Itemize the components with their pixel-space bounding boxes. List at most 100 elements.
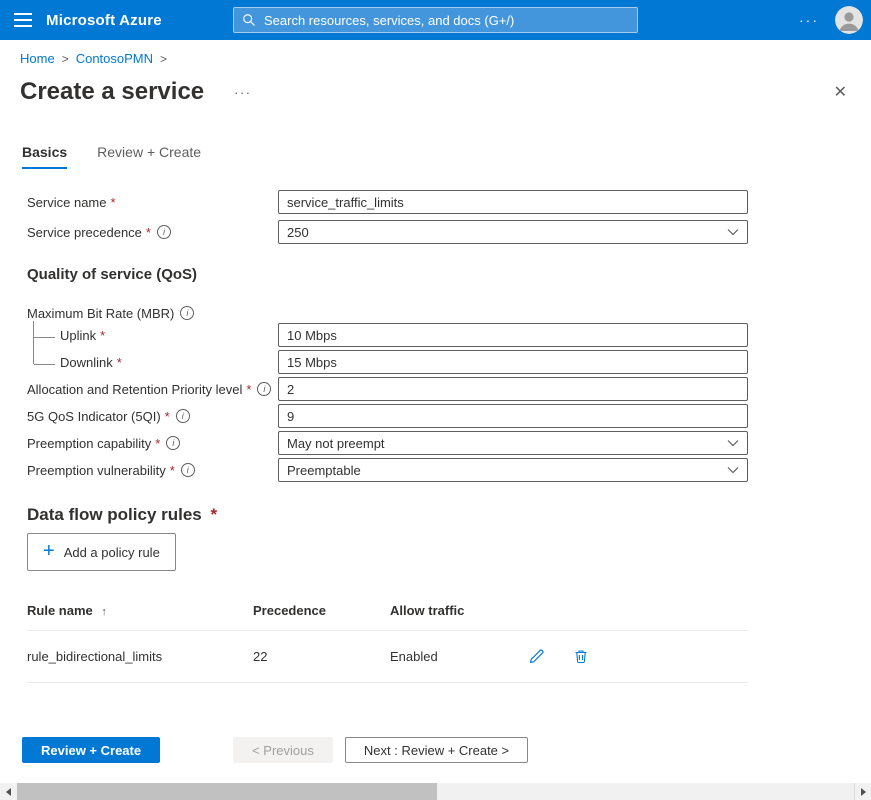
service-name-input[interactable] [278, 190, 748, 214]
basics-form: Service name * Service precedence * i 25… [0, 190, 871, 683]
wizard-footer: Review + Create < Previous Next : Review… [22, 737, 529, 763]
required-marker: * [164, 408, 170, 424]
fiveqi-label: 5G QoS Indicator (5QI) * i [0, 409, 278, 424]
hamburger-menu-button[interactable] [0, 0, 46, 40]
topbar-more-icon[interactable]: ··· [799, 12, 819, 28]
scrollbar-thumb[interactable] [17, 783, 437, 800]
breadcrumb-home-link[interactable]: Home [20, 51, 55, 66]
required-marker: * [100, 327, 106, 343]
mbr-label-row: Maximum Bit Rate (MBR) i [0, 303, 871, 323]
chevron-down-icon [727, 440, 739, 447]
label-text: Downlink [60, 354, 113, 370]
required-marker: * [116, 354, 122, 370]
global-search-input[interactable] [262, 11, 629, 29]
previous-button[interactable]: < Previous [233, 737, 333, 763]
column-header-precedence[interactable]: Precedence [253, 603, 390, 618]
info-icon[interactable]: i [257, 382, 272, 396]
scroll-right-arrow[interactable] [854, 783, 871, 800]
tree-connector-vertical [33, 321, 34, 364]
search-icon [243, 14, 255, 26]
hamburger-icon [14, 13, 32, 27]
right-triangle-icon [860, 787, 866, 796]
fiveqi-input[interactable] [278, 404, 748, 428]
downlink-row: Downlink * [0, 350, 871, 374]
service-precedence-value: 250 [287, 224, 309, 240]
cell-rule-name: rule_bidirectional_limits [27, 649, 163, 664]
column-header-rule-name[interactable]: Rule name ↑ [27, 603, 253, 618]
delete-rule-button[interactable] [572, 648, 590, 666]
uplink-label: Uplink * [0, 328, 278, 343]
page-title: Create a service [20, 78, 205, 105]
left-triangle-icon [6, 787, 11, 796]
tree-connector-horizontal [34, 364, 55, 365]
column-header-allow-traffic[interactable]: Allow traffic [390, 603, 527, 618]
scroll-left-arrow[interactable] [0, 783, 17, 800]
label-text: Service name [27, 194, 107, 210]
pencil-icon [529, 649, 544, 664]
preemption-vulnerability-dropdown[interactable]: Preemptable [278, 458, 748, 482]
next-review-create-button[interactable]: Next : Review + Create > [344, 737, 529, 763]
info-icon[interactable]: i [166, 436, 181, 450]
plus-icon: + [43, 540, 55, 562]
add-policy-rule-label: Add a policy rule [63, 544, 160, 560]
service-precedence-label: Service precedence * i [0, 225, 278, 240]
policy-rules-table: Rule name ↑ Precedence Allow traffic rul… [27, 591, 748, 683]
global-search-box[interactable] [233, 7, 638, 33]
label-text: Service precedence [27, 224, 142, 240]
preemption-capability-value: May not preempt [287, 435, 385, 451]
page-more-icon[interactable]: ··· [234, 85, 252, 100]
breadcrumb: Home > ContosoPMN > [20, 51, 871, 66]
service-name-row: Service name * [0, 190, 871, 214]
required-marker: * [210, 505, 218, 524]
close-icon[interactable]: ✕ [830, 80, 851, 104]
label-text: Preemption vulnerability [27, 462, 166, 478]
person-icon [835, 6, 863, 34]
info-icon[interactable]: i [175, 409, 190, 423]
horizontal-scrollbar[interactable] [0, 783, 871, 800]
azure-brand-title[interactable]: Microsoft Azure [46, 12, 162, 29]
service-name-label: Service name * [0, 195, 278, 210]
label-text: Maximum Bit Rate (MBR) [27, 305, 175, 321]
label-text: 5G QoS Indicator (5QI) [27, 408, 161, 424]
info-icon[interactable]: i [180, 463, 195, 477]
service-precedence-row: Service precedence * i 250 [0, 220, 871, 244]
preemption-vulnerability-row: Preemption vulnerability * i Preemptable [0, 458, 871, 482]
info-icon[interactable]: i [180, 306, 195, 320]
label-text: Allocation and Retention Priority level [27, 381, 243, 397]
azure-top-bar: Microsoft Azure ··· [0, 0, 871, 40]
tab-basics[interactable]: Basics [22, 144, 68, 169]
required-marker: * [145, 224, 151, 240]
account-avatar[interactable] [835, 6, 863, 34]
arp-level-input[interactable] [278, 377, 748, 401]
preemption-capability-row: Preemption capability * i May not preemp… [0, 431, 871, 455]
trash-icon [575, 650, 587, 664]
info-icon[interactable]: i [156, 225, 171, 239]
uplink-input[interactable] [278, 323, 748, 347]
policy-rules-table-header: Rule name ↑ Precedence Allow traffic [27, 591, 748, 631]
breadcrumb-resource-link[interactable]: ContosoPMN [76, 51, 153, 66]
cell-precedence: 22 [253, 649, 268, 664]
service-precedence-dropdown[interactable]: 250 [278, 220, 748, 244]
edit-rule-button[interactable] [527, 648, 545, 666]
arp-label: Allocation and Retention Priority level … [0, 382, 278, 397]
required-marker: * [246, 381, 252, 397]
preemption-vulnerability-value: Preemptable [287, 462, 361, 478]
fiveqi-row: 5G QoS Indicator (5QI) * i [0, 404, 871, 428]
downlink-input[interactable] [278, 350, 748, 374]
qos-section-heading: Quality of service (QoS) [27, 266, 198, 283]
label-text: Preemption capability [27, 435, 152, 451]
breadcrumb-separator: > [61, 52, 69, 66]
arp-row: Allocation and Retention Priority level … [0, 377, 871, 401]
chevron-down-icon [727, 467, 739, 474]
sort-ascending-icon: ↑ [101, 606, 107, 618]
add-policy-rule-button[interactable]: + Add a policy rule [27, 533, 176, 571]
data-flow-policy-rules-heading: Data flow policy rules * [27, 505, 871, 525]
topbar-right-controls: ··· [799, 6, 871, 34]
review-create-button[interactable]: Review + Create [22, 737, 161, 763]
wizard-tabs: Basics Review + Create [22, 144, 871, 169]
preemption-capability-dropdown[interactable]: May not preempt [278, 431, 748, 455]
required-marker: * [155, 435, 161, 451]
downlink-label: Downlink * [0, 355, 278, 370]
mbr-group: Maximum Bit Rate (MBR) i Uplink * Downli… [0, 303, 871, 374]
tab-review-create[interactable]: Review + Create [97, 144, 201, 169]
